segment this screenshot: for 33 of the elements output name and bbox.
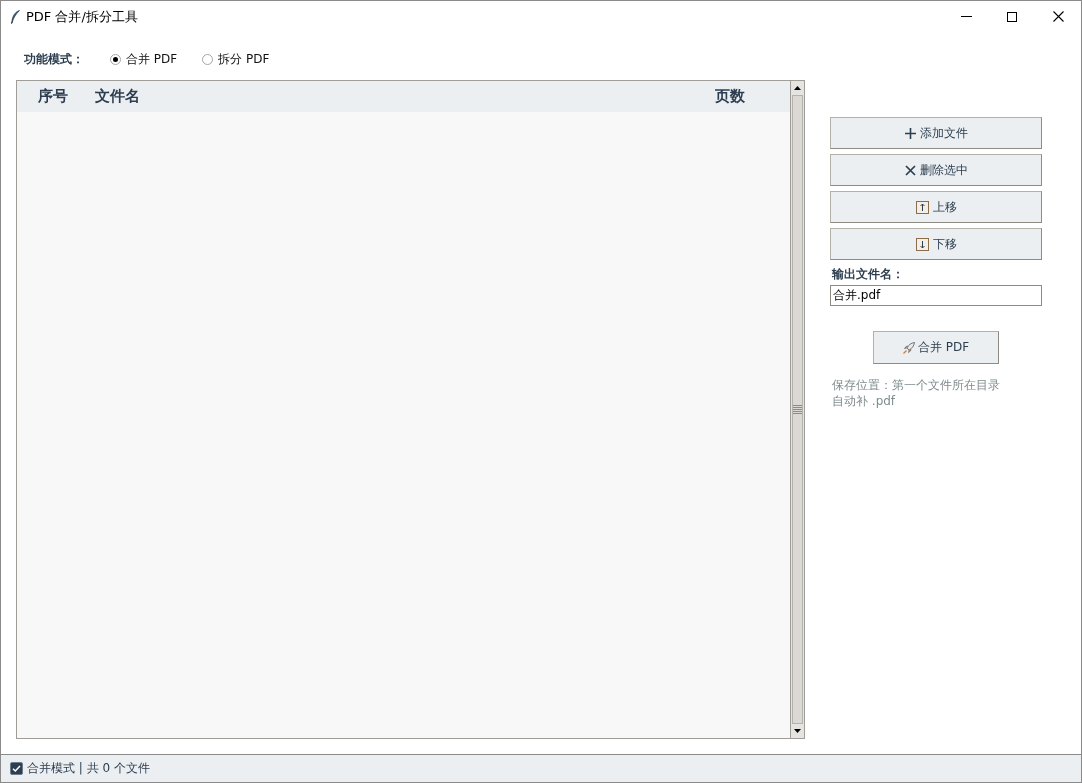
radio-empty-icon[interactable]	[202, 53, 214, 65]
down-button[interactable]: 下移	[830, 228, 1042, 260]
output-filename-label: 输出文件名：	[832, 266, 905, 282]
column-header[interactable]: 文件名	[95, 87, 715, 106]
up-arrow-box-icon	[915, 200, 929, 214]
minimize-icon	[960, 16, 972, 17]
rocket-icon	[902, 341, 915, 354]
radio-selected-icon[interactable]	[110, 53, 121, 65]
save-location-note: 自动补 .pdf	[832, 393, 897, 409]
maximize-icon	[1007, 11, 1017, 22]
up-button[interactable]: 上移	[830, 191, 1042, 223]
save-location-note: 保存位置：第一个文件所在目录	[832, 377, 1001, 393]
window-title: PDF 合并/拆分工具	[26, 7, 138, 26]
down-arrow-box-icon	[915, 237, 929, 251]
column-header[interactable]: 页数	[715, 87, 790, 106]
column-header[interactable]: 序号	[17, 87, 95, 106]
vertical-scrollbar[interactable]	[790, 81, 804, 738]
output-filename-field[interactable]: 合并.pdf	[830, 285, 1042, 306]
delete-button[interactable]: 删除选中	[830, 154, 1042, 186]
checkbox-checked-icon	[10, 762, 23, 775]
mode-radio-option[interactable]: 拆分 PDF	[202, 50, 270, 68]
plus-icon	[904, 127, 916, 139]
x-mark-icon	[904, 164, 916, 176]
merge-button[interactable]: 合并 PDF	[873, 331, 999, 364]
mode-radio-option[interactable]: 合并 PDF	[110, 50, 178, 68]
scroll-up-arrow-icon[interactable]	[794, 86, 801, 90]
close-icon	[1052, 11, 1064, 22]
feather-icon	[11, 9, 20, 24]
scrollbar-thumb[interactable]	[792, 95, 803, 724]
add-button[interactable]: 添加文件	[830, 117, 1042, 149]
mode-label: 功能模式：	[24, 50, 84, 68]
status-text: 合并模式 | 共 0 个文件	[27, 760, 150, 777]
scroll-down-arrow-icon[interactable]	[794, 729, 801, 733]
